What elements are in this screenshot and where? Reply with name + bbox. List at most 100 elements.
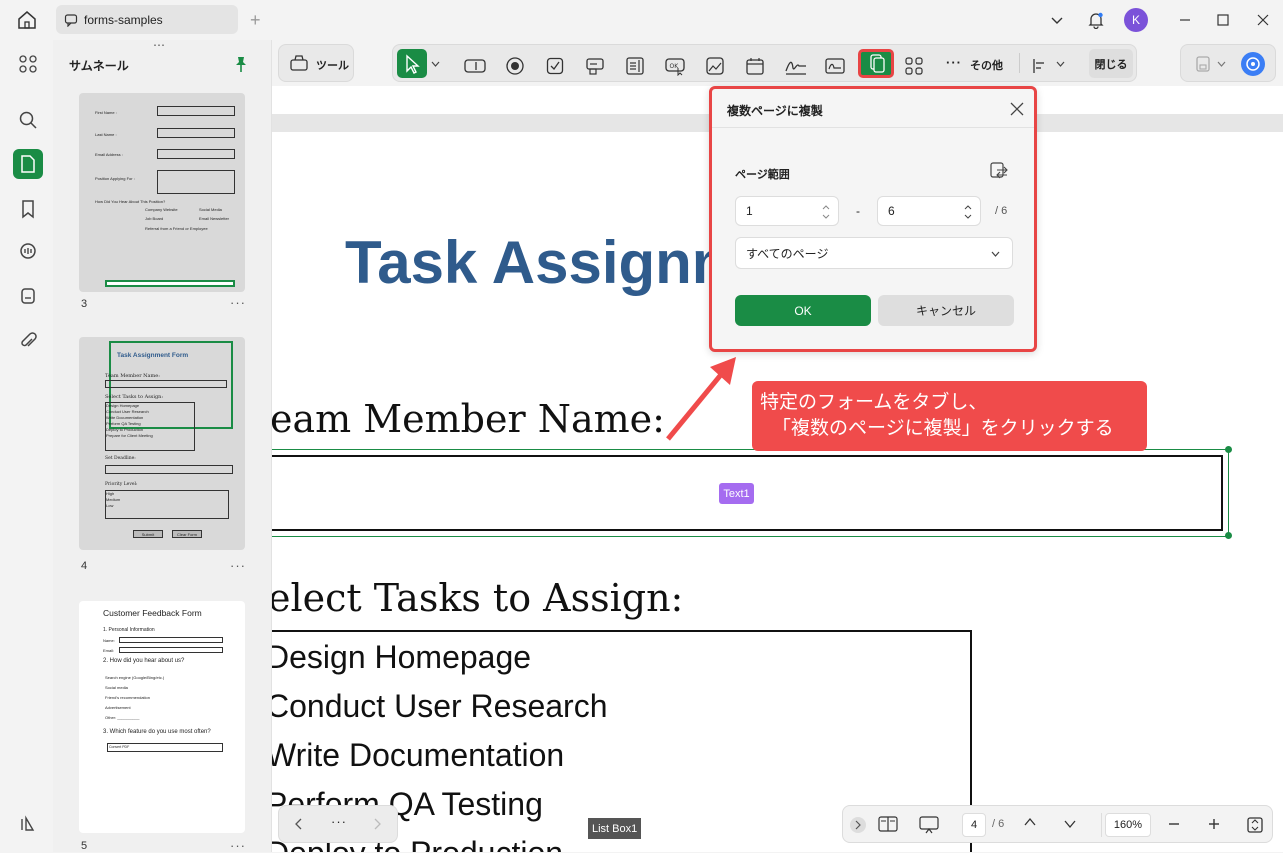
thumb-text: How Did You Hear About This Position? [95, 199, 166, 204]
page-number-input[interactable]: 4 [962, 813, 986, 837]
page-subset-value: すべてのページ [746, 246, 829, 261]
sidebar-settings-icon[interactable] [13, 809, 43, 839]
resize-handle[interactable] [1225, 532, 1232, 539]
ok-button[interactable]: OK [735, 295, 871, 326]
maximize-icon[interactable] [1210, 8, 1236, 32]
thumb-text: Position Applying For : [95, 176, 135, 181]
minimize-icon[interactable] [1172, 8, 1198, 32]
comment-icon [64, 13, 78, 27]
list-item[interactable]: Design Homepage [272, 633, 607, 682]
more-label[interactable]: その他 [970, 57, 1003, 73]
pin-icon[interactable] [233, 55, 249, 73]
tools-button[interactable]: ツール [278, 44, 354, 82]
chevron-down-icon[interactable] [1056, 61, 1065, 67]
bell-icon[interactable] [1083, 8, 1109, 32]
right-tools-group [1180, 44, 1276, 82]
search-icon[interactable] [13, 105, 43, 135]
collapse-icon[interactable] [850, 817, 866, 833]
button-field-icon[interactable]: OK [664, 55, 686, 77]
select-tool-button[interactable] [397, 49, 427, 78]
presentation-icon[interactable] [918, 815, 940, 835]
chevron-down-icon[interactable] [1044, 8, 1070, 32]
text-field-tag: Text1 [719, 483, 754, 504]
new-tab-icon[interactable]: + [250, 11, 261, 29]
page-view-icon[interactable] [877, 815, 899, 833]
page-total: / 6 [992, 818, 1005, 830]
chevron-left-icon[interactable] [295, 818, 303, 830]
page-to-value: 6 [888, 204, 895, 218]
image-field-icon[interactable] [704, 55, 726, 77]
thumb-text: 1. Personal Information [103, 627, 155, 633]
swap-icon[interactable] [989, 161, 1009, 181]
thumb-text: Customer Feedback Form [103, 608, 202, 618]
text-field-icon[interactable] [464, 55, 486, 77]
resize-handle[interactable] [1225, 446, 1232, 453]
page-range-label: ページ範囲 [735, 169, 790, 181]
chevron-right-icon[interactable] [373, 818, 381, 830]
range-dash: - [856, 204, 860, 218]
zoom-in-icon[interactable] [1207, 817, 1221, 831]
page-number: 3 [81, 298, 88, 310]
chevron-down-icon[interactable] [1063, 819, 1077, 829]
fit-page-icon[interactable] [1246, 816, 1264, 834]
stamp-icon[interactable] [13, 281, 43, 311]
chevron-down-icon[interactable] [431, 61, 440, 67]
list-item[interactable]: Write Documentation [272, 731, 607, 780]
home-icon[interactable] [16, 9, 38, 31]
list-box-tag: List Box1 [588, 818, 642, 839]
apps-icon[interactable] [13, 49, 43, 79]
comments-icon[interactable] [13, 237, 43, 267]
thumb-text: Team Member Name: [105, 373, 160, 379]
grid-icon[interactable] [903, 55, 925, 77]
cancel-button[interactable]: キャンセル [878, 295, 1014, 326]
page-from-input[interactable]: 1 [735, 196, 839, 226]
page-total: / 6 [995, 205, 1008, 217]
checkbox-icon[interactable] [544, 55, 566, 77]
signature-icon[interactable] [784, 55, 806, 77]
combo-box-icon[interactable] [584, 55, 606, 77]
close-icon[interactable] [1250, 8, 1276, 32]
radio-button-icon[interactable] [504, 55, 526, 77]
chevron-down-icon[interactable] [1217, 61, 1226, 67]
thumb-clear: Clear Form [172, 530, 202, 538]
zoom-out-icon[interactable] [1167, 817, 1181, 831]
page-to-input[interactable]: 6 [877, 196, 981, 226]
more-icon[interactable]: ··· [230, 838, 246, 853]
thumbnail-panel: ⋯ サムネール First Name : Last Name : Email A… [53, 38, 272, 853]
page-thumbnail-5[interactable]: Customer Feedback Form 1. Personal Infor… [79, 601, 245, 833]
drag-handle-icon[interactable]: ⋯ [153, 38, 166, 52]
align-icon[interactable] [1029, 55, 1051, 77]
close-icon[interactable] [1010, 102, 1024, 116]
divider [1101, 813, 1102, 837]
save-icon[interactable] [1195, 55, 1211, 73]
bookmark-icon[interactable] [13, 194, 43, 224]
thumb-submit: Submit [133, 530, 163, 538]
more-icon[interactable]: ··· [230, 558, 246, 573]
date-field-icon[interactable] [744, 55, 766, 77]
page-number: 5 [81, 840, 88, 852]
close-form-button[interactable]: 閉じる [1089, 49, 1133, 78]
attachment-icon[interactable] [13, 326, 43, 356]
digital-signature-icon[interactable] [824, 55, 846, 77]
duplicate-across-pages-button[interactable] [858, 49, 894, 78]
more-icon[interactable]: ··· [946, 55, 962, 70]
form-toolbar: ツール OK ··· その他 閉じる [272, 40, 1283, 86]
pages-icon[interactable] [13, 149, 43, 179]
page-subset-select[interactable]: すべてのページ [735, 237, 1013, 269]
page-thumbnail-4[interactable]: Task Assignment Form Team Member Name: S… [79, 337, 245, 550]
zoom-input[interactable]: 160% [1105, 813, 1151, 837]
list-box-icon[interactable] [624, 55, 646, 77]
ai-assistant-icon[interactable] [1241, 52, 1265, 76]
callout-line: 特定のフォームをタブし、 [760, 392, 988, 413]
thumb-text: Email: [103, 648, 115, 653]
thumb-text: Priority Level: [105, 482, 138, 487]
thumb-text: Set Deadline: [105, 456, 136, 461]
chevron-up-icon[interactable] [1023, 817, 1037, 827]
list-item[interactable]: Conduct User Research [272, 682, 607, 731]
more-icon[interactable]: ··· [331, 814, 347, 829]
page-thumbnail-3[interactable]: First Name : Last Name : Email Address :… [79, 93, 245, 292]
thumb-tasks: Design Homepage Conduct User Research Writ… [106, 403, 153, 438]
document-tab[interactable]: forms-samples [56, 5, 238, 34]
avatar[interactable]: K [1124, 8, 1148, 32]
more-icon[interactable]: ··· [230, 295, 246, 310]
